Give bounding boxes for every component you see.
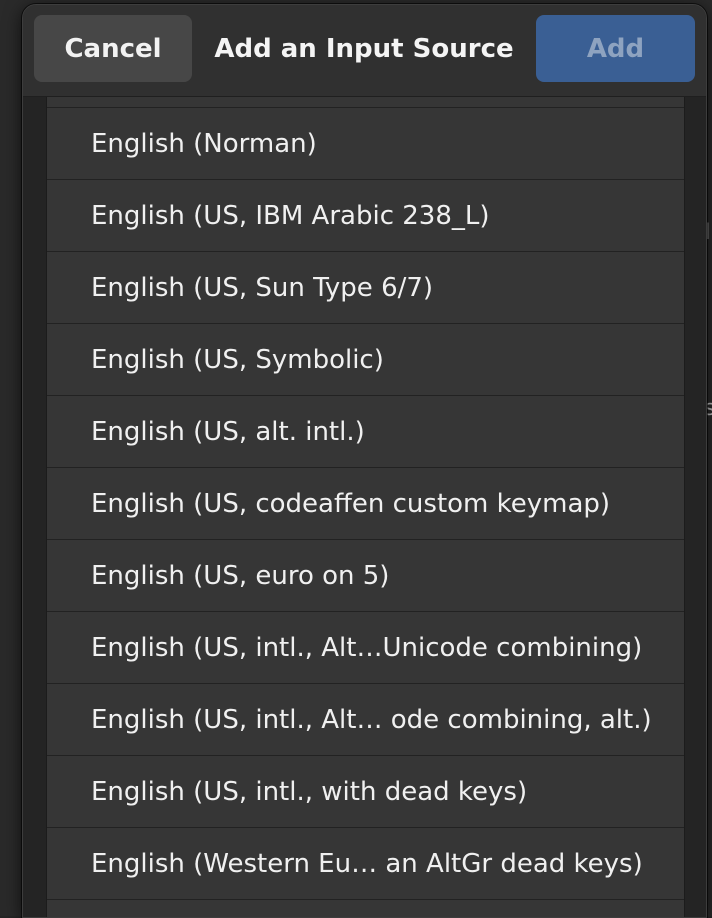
list-item-label: English (US, alt. intl.) bbox=[91, 416, 365, 447]
add-input-source-dialog: Cancel Add an Input Source Add English (… bbox=[22, 4, 707, 918]
dialog-headerbar: Cancel Add an Input Source Add bbox=[23, 5, 706, 97]
list-item[interactable]: English (US, codeaffen custom keymap) bbox=[47, 468, 684, 540]
add-button[interactable]: Add bbox=[536, 15, 695, 82]
list-item-label: English (US, codeaffen custom keymap) bbox=[91, 488, 611, 519]
list-item-label: English (US, Sun Type 6/7) bbox=[91, 272, 434, 303]
layout-list: English (Norman) English (US, IBM Arabic… bbox=[46, 97, 685, 917]
list-item[interactable]: English (US, intl., Alt… ode combining, … bbox=[47, 684, 684, 756]
layout-list-scroller[interactable]: English (Norman) English (US, IBM Arabic… bbox=[23, 97, 706, 917]
list-item-label: English (US, IBM Arabic 238_L) bbox=[91, 200, 490, 231]
list-item-label: English (Norman) bbox=[91, 128, 317, 159]
list-item-label: English (US, intl., with dead keys) bbox=[91, 776, 528, 807]
list-item-label: English (US, Symbolic) bbox=[91, 344, 384, 375]
list-item[interactable]: English (US, Sun Type 6/7) bbox=[47, 252, 684, 324]
list-item[interactable]: English (US, intl., Alt…Unicode combinin… bbox=[47, 612, 684, 684]
list-item[interactable]: English (US, euro on 5) bbox=[47, 540, 684, 612]
list-item[interactable]: English (US, alt. intl.) bbox=[47, 396, 684, 468]
list-item[interactable]: English (Western Eu… an AltGr dead keys) bbox=[47, 828, 684, 900]
list-item[interactable]: English (US, Symbolic) bbox=[47, 324, 684, 396]
list-item[interactable]: English (US, IBM Arabic 238_L) bbox=[47, 180, 684, 252]
list-row-partial[interactable] bbox=[47, 97, 684, 108]
list-item[interactable]: English (Norman) bbox=[47, 108, 684, 180]
dialog-title: Add an Input Source bbox=[214, 33, 514, 64]
list-item-label: English (US, intl., Alt… ode combining, … bbox=[91, 704, 652, 735]
cancel-button[interactable]: Cancel bbox=[34, 15, 192, 82]
list-item-label: English (US, euro on 5) bbox=[91, 560, 390, 591]
list-item-label: English (Western Eu… an AltGr dead keys) bbox=[91, 848, 643, 879]
list-item[interactable]: English (US, intl., with dead keys) bbox=[47, 756, 684, 828]
list-item-label: English (US, intl., Alt…Unicode combinin… bbox=[91, 632, 643, 663]
